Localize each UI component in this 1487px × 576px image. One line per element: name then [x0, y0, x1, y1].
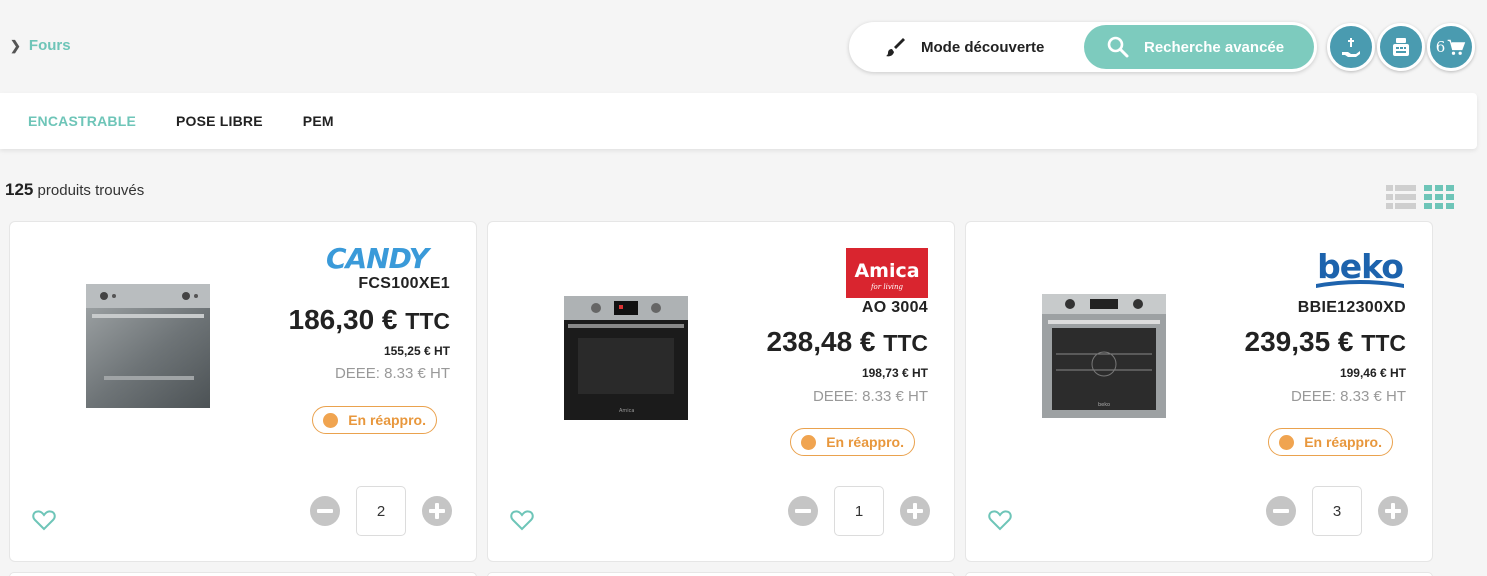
tab-encastrable[interactable]: ENCASTRABLE — [28, 113, 136, 129]
svg-text:Amica: Amica — [619, 408, 635, 414]
status-dot-icon — [1279, 434, 1295, 450]
results-count: 125 produits trouvés — [5, 180, 144, 200]
price-suffix: TTC — [1361, 330, 1406, 356]
hand-money-icon — [1342, 38, 1360, 57]
search-icon — [1107, 36, 1129, 58]
tab-pem[interactable]: PEM — [303, 113, 334, 129]
svg-text:for living: for living — [870, 283, 904, 291]
quantity-stepper — [788, 486, 930, 536]
product-card[interactable] — [9, 572, 477, 576]
svg-text:beko: beko — [1098, 402, 1110, 408]
product-reference: BBIE12300XD — [1297, 299, 1406, 316]
heart-icon[interactable] — [988, 509, 1012, 531]
advanced-search-label: Recherche avancée — [1144, 38, 1285, 56]
status-dot-icon — [801, 434, 817, 450]
price-amount: 186,30 € — [288, 304, 398, 335]
price-suffix: TTC — [405, 308, 450, 334]
tab-pose-libre[interactable]: POSE LIBRE — [176, 113, 263, 129]
svg-text:CANDY: CANDY — [326, 242, 432, 274]
increment-button[interactable] — [422, 496, 452, 526]
product-price-ttc: 238,48 € TTC — [767, 326, 929, 358]
product-card[interactable]: CANDY FCS100XE1 186,30 € TTC 155,25 € HT… — [9, 221, 477, 562]
stock-status-badge: En réappro. — [1268, 428, 1393, 456]
quantity-input[interactable] — [356, 486, 406, 536]
heart-icon[interactable] — [32, 509, 56, 531]
results-count-number: 125 — [5, 180, 34, 199]
product-reference: AO 3004 — [861, 299, 928, 316]
advanced-search-button[interactable]: Recherche avancée — [1084, 25, 1314, 69]
grid-view-icon[interactable] — [1424, 184, 1454, 210]
stock-status-badge: En réappro. — [790, 428, 915, 456]
decrement-button[interactable] — [788, 496, 818, 526]
list-view-icon[interactable] — [1386, 184, 1416, 210]
product-price-ht: 198,73 € HT — [861, 366, 928, 380]
increment-button[interactable] — [1378, 496, 1408, 526]
cash-register-icon — [1393, 38, 1409, 56]
stock-status-label: En réappro. — [1304, 434, 1382, 450]
results-count-label: produits trouvés — [37, 182, 145, 199]
breadcrumb-link-fours[interactable]: Fours — [29, 37, 71, 54]
decrement-button[interactable] — [1266, 496, 1296, 526]
cart-button[interactable]: 6 — [1427, 23, 1475, 71]
breadcrumb: ❯ Fours — [10, 37, 71, 54]
status-dot-icon — [323, 412, 339, 428]
product-card[interactable] — [487, 572, 955, 576]
product-image-oven: beko — [1042, 294, 1166, 418]
product-deee: DEEE: 8.33 € HT — [334, 365, 450, 382]
svg-text:Amica: Amica — [854, 260, 919, 282]
product-image-oven: Amica — [564, 296, 688, 420]
cash-register-button[interactable] — [1377, 23, 1425, 71]
chevron-right-icon: ❯ — [10, 37, 21, 53]
increment-button[interactable] — [900, 496, 930, 526]
product-price-ht: 155,25 € HT — [383, 344, 450, 358]
product-deee: DEEE: 8.33 € HT — [812, 388, 928, 405]
product-card[interactable]: Amica Amica for living AO 3004 238,48 € … — [487, 221, 955, 562]
mode-discovery-button[interactable]: Mode découverte — [849, 22, 1083, 72]
mode-discovery-label: Mode découverte — [921, 38, 1045, 56]
quantity-input[interactable] — [1312, 486, 1362, 536]
brand-logo-amica: Amica for living — [846, 248, 928, 298]
quantity-input[interactable] — [834, 486, 884, 536]
product-deee: DEEE: 8.33 € HT — [1290, 388, 1406, 405]
stock-status-badge: En réappro. — [312, 406, 437, 434]
brand-logo-candy: CANDY — [326, 242, 433, 274]
product-price-ttc: 239,35 € TTC — [1245, 326, 1407, 358]
product-card[interactable]: beko beko BBIE12300XD 239,35 € TTC 199,4… — [965, 221, 1433, 562]
view-toggles — [1386, 184, 1454, 210]
cart-count-badge: 6 — [1435, 38, 1446, 56]
product-price-ht: 199,46 € HT — [1339, 366, 1406, 380]
product-card[interactable] — [965, 572, 1433, 576]
brand-logo-beko: beko — [1316, 247, 1404, 288]
category-tabs: ENCASTRABLE POSE LIBRE PEM — [0, 93, 1477, 149]
decrement-button[interactable] — [310, 496, 340, 526]
hand-delivery-button[interactable] — [1327, 23, 1375, 71]
quantity-stepper — [310, 486, 452, 536]
stock-status-label: En réappro. — [826, 434, 904, 450]
product-price-ttc: 186,30 € TTC — [289, 304, 451, 336]
price-suffix: TTC — [883, 330, 928, 356]
mode-switch: Mode découverte Recherche avancée — [849, 22, 1317, 72]
product-image-oven — [86, 284, 210, 408]
heart-icon[interactable] — [510, 509, 534, 531]
product-reference: FCS100XE1 — [358, 275, 450, 292]
price-amount: 239,35 € — [1244, 326, 1354, 357]
quantity-stepper — [1266, 486, 1408, 536]
price-amount: 238,48 € — [766, 326, 876, 357]
stock-status-label: En réappro. — [348, 412, 426, 428]
brush-icon — [886, 38, 905, 57]
cart-icon — [1447, 39, 1466, 55]
